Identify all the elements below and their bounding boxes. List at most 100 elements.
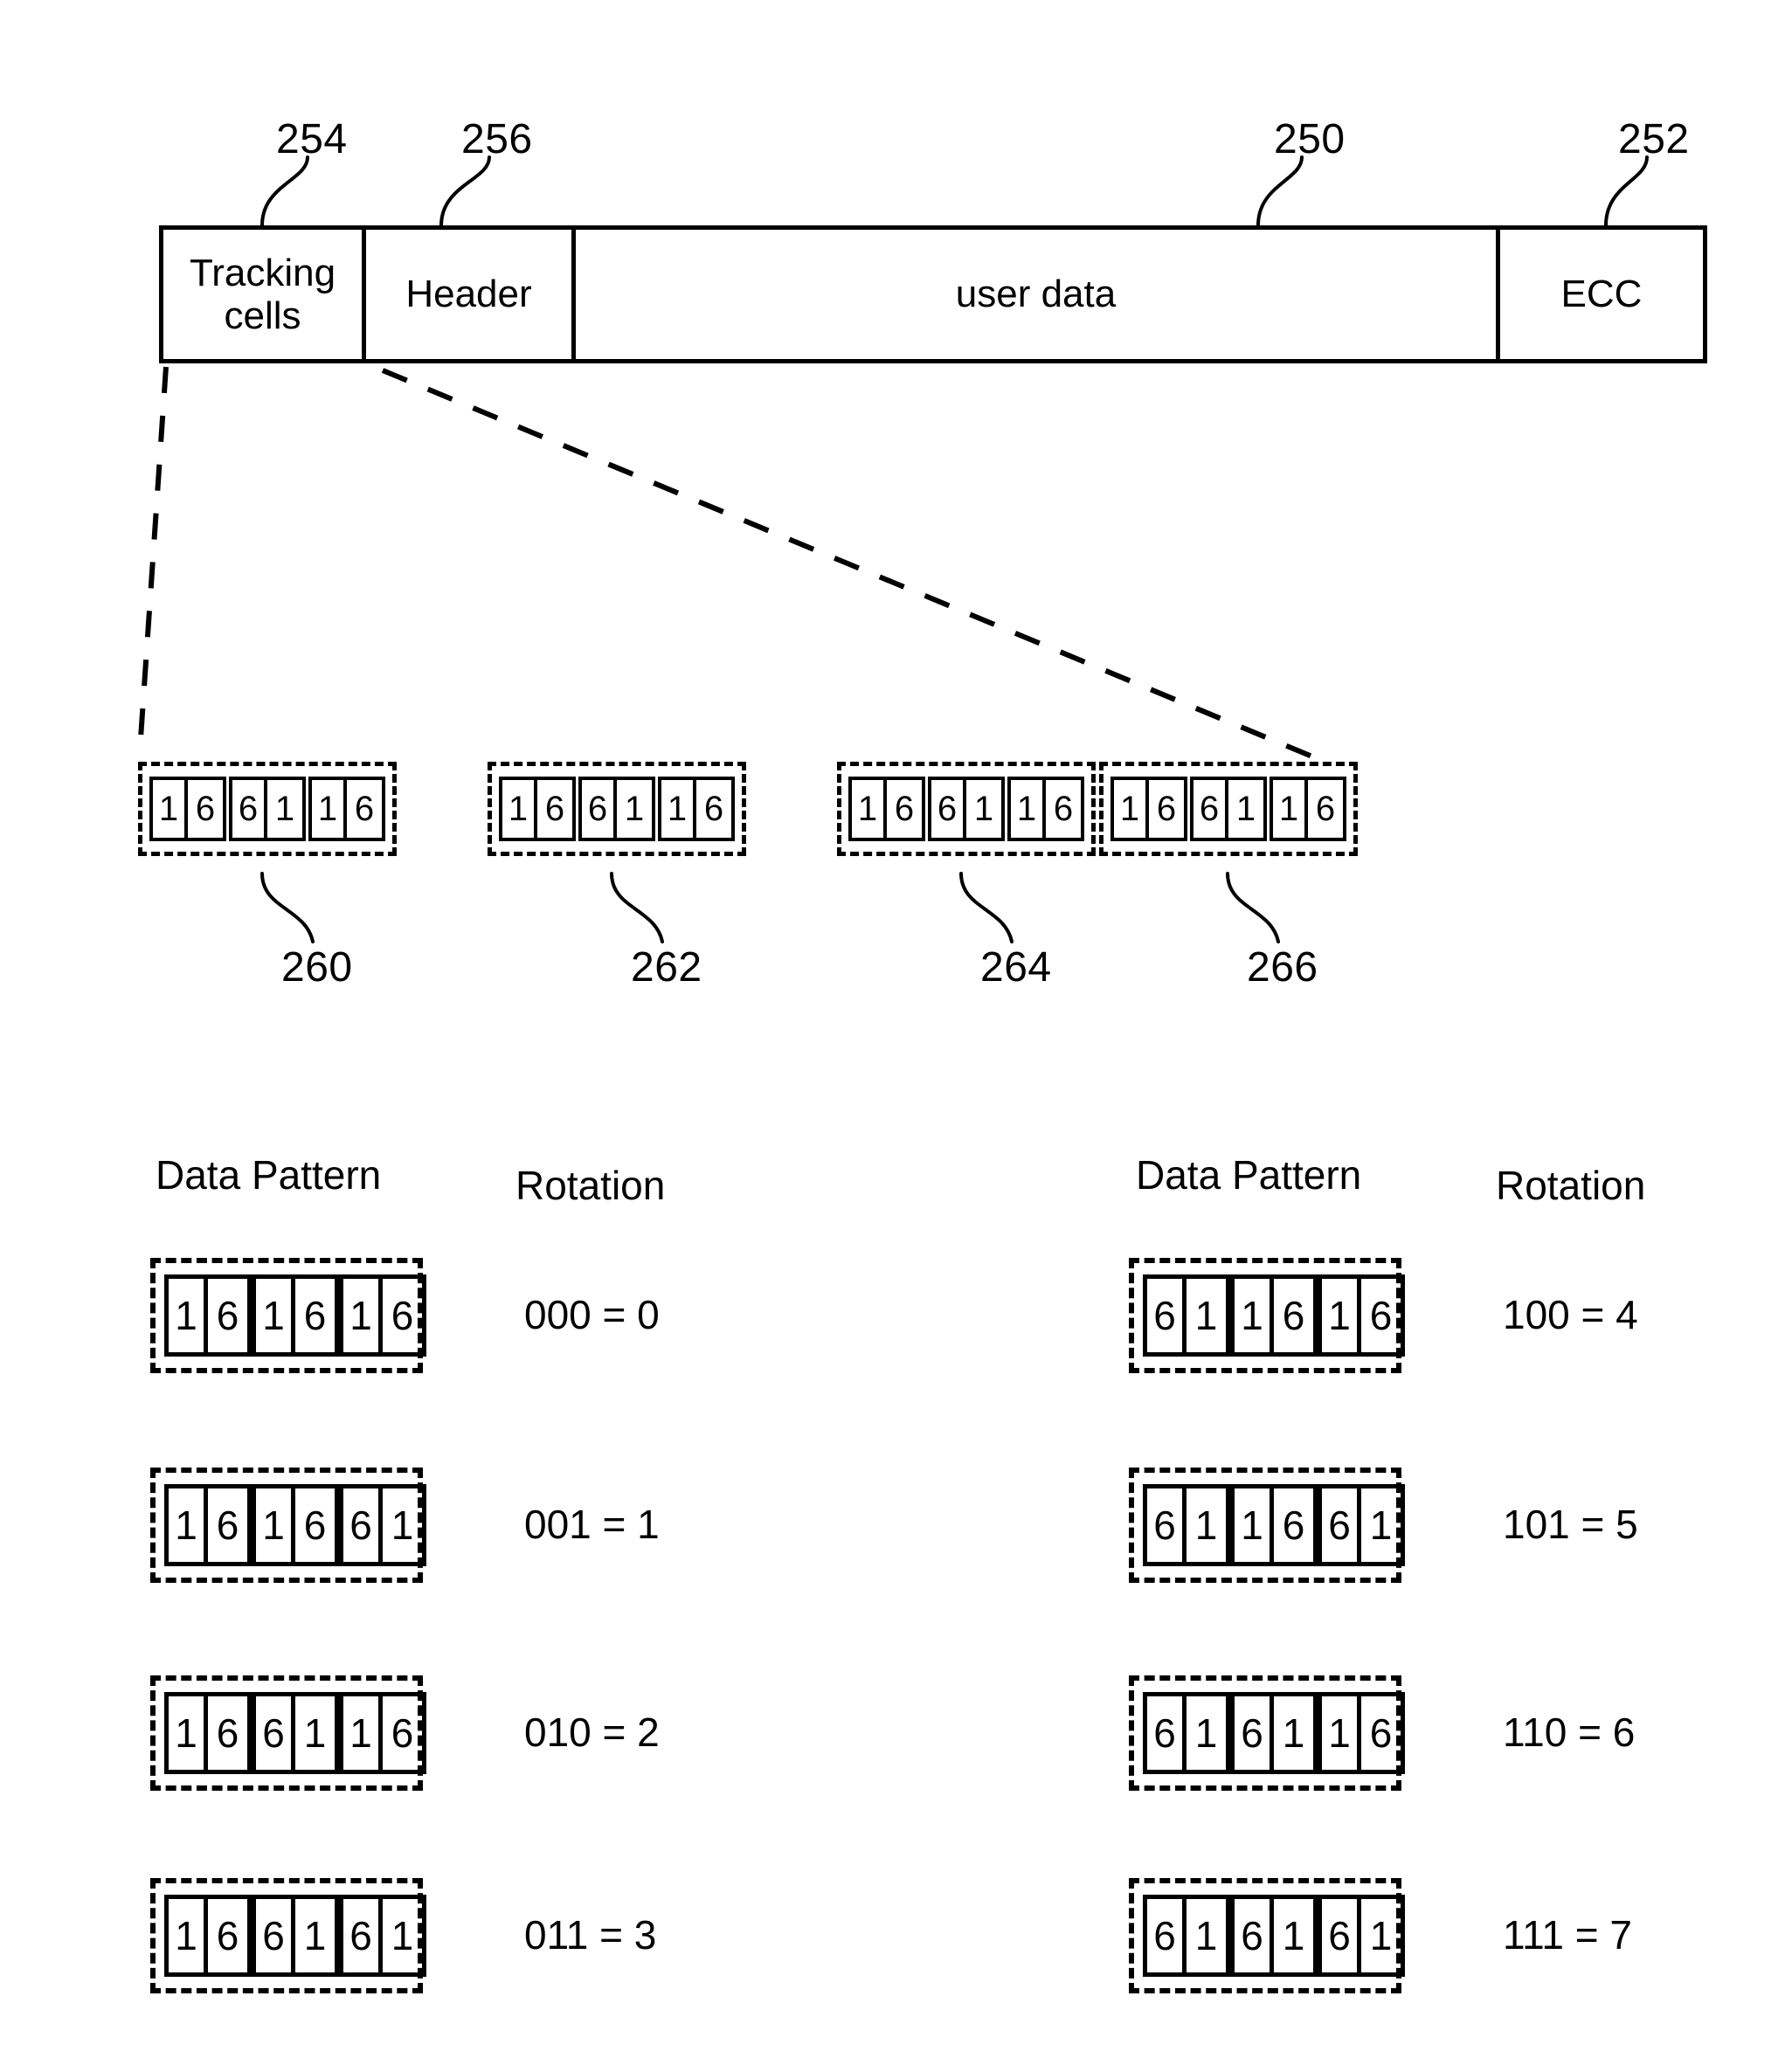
cell-bit: 1 xyxy=(1282,1710,1305,1756)
tracking-cell-pair: 1 6 xyxy=(1318,1692,1405,1774)
cell-bit: 6 xyxy=(1282,1502,1305,1548)
cell-bit: 1 xyxy=(1322,1696,1361,1770)
ref-number-252: 252 xyxy=(1618,116,1690,162)
ref-number-262: 262 xyxy=(631,944,702,991)
cell-bit: 1 xyxy=(1282,1913,1305,1958)
expansion-line-left xyxy=(137,366,169,752)
sector-cell-header: Header xyxy=(366,230,576,359)
ref-number-250: 250 xyxy=(1274,116,1346,162)
tracking-cell-pair: 6 1 xyxy=(1230,1895,1318,1977)
cell-bit: 1 xyxy=(1235,1279,1274,1352)
cell-bit: 6 xyxy=(1235,1696,1274,1770)
table-row-rotation-6: 110 = 6 xyxy=(1503,1709,1636,1755)
table-row-pattern-0: 1 6 1 6 1 6 xyxy=(150,1258,426,1373)
table-row-pattern-2: 1 6 6 1 1 6 xyxy=(150,1675,426,1791)
tracking-cell-pair: 6 1 xyxy=(339,1484,426,1566)
tracking-cell-pair: 1 6 xyxy=(339,1274,426,1357)
cell-bit: 1 xyxy=(303,1913,327,1958)
cell-bit: 1 xyxy=(624,790,645,828)
cell-bit: 6 xyxy=(1156,790,1177,828)
cell-bit: 1 xyxy=(343,1279,383,1352)
cell-bit: 1 xyxy=(303,1710,327,1756)
table-row-rotation-3: 011 = 3 xyxy=(524,1912,657,1958)
table-header-rotation-left: Rotation xyxy=(515,1163,666,1208)
cell-bit: 6 xyxy=(303,1502,327,1548)
table-row-pattern-4: 6 1 1 6 1 6 xyxy=(1129,1258,1405,1373)
cell-bit: 1 xyxy=(274,790,295,828)
cell-bit: 6 xyxy=(232,780,267,838)
cell-bit: 6 xyxy=(1053,790,1074,828)
leader-250 xyxy=(1256,155,1304,227)
cell-bit: 6 xyxy=(703,790,724,828)
tracking-cell-pair: 1 6 xyxy=(1110,777,1187,841)
cell-bit: 6 xyxy=(1369,1710,1393,1756)
cell-bit: 1 xyxy=(1114,780,1149,838)
cell-bit: 1 xyxy=(1235,1488,1274,1562)
tracking-cell-pair: 6 1 xyxy=(1143,1274,1230,1357)
table-row-pattern-7: 6 1 6 1 6 1 xyxy=(1129,1878,1405,1993)
cell-bit: 1 xyxy=(391,1913,414,1958)
cell-bit: 1 xyxy=(1273,780,1308,838)
cell-bit: 6 xyxy=(195,790,216,828)
sector-cell-user-data: user data xyxy=(576,230,1500,359)
tracking-cell-pair: 6 1 xyxy=(928,777,1005,841)
sector-cell-tracking-cells: Tracking cells xyxy=(163,230,366,359)
tracking-cell-group-266: 1 6 6 1 1 6 xyxy=(1099,762,1358,856)
table-row-pattern-6: 6 1 6 1 1 6 xyxy=(1129,1675,1405,1791)
tracking-cell-group-262: 1 6 6 1 1 6 xyxy=(488,762,746,856)
table-row-rotation-0: 000 = 0 xyxy=(524,1292,660,1337)
tracking-cell-pair: 6 1 xyxy=(252,1895,339,1977)
cell-bit: 6 xyxy=(1282,1293,1305,1338)
sector-layout-bar: Tracking cells Header user data ECC xyxy=(159,225,1707,363)
cell-bit: 6 xyxy=(303,1293,327,1338)
leader-260 xyxy=(260,872,315,943)
cell-bit: 6 xyxy=(1147,1899,1187,1972)
tracking-cell-pair: 6 1 xyxy=(1143,1692,1230,1774)
table-header-data-pattern-left: Data Pattern xyxy=(156,1152,382,1198)
leader-266 xyxy=(1226,872,1280,943)
tracking-cell-pair: 1 6 xyxy=(308,777,385,841)
cell-bit: 1 xyxy=(1235,790,1256,828)
cell-bit: 6 xyxy=(582,780,617,838)
cell-bit: 6 xyxy=(1322,1488,1361,1562)
cell-bit: 6 xyxy=(391,1710,414,1756)
table-row-rotation-7: 111 = 7 xyxy=(1503,1912,1632,1958)
cell-bit: 1 xyxy=(1194,1502,1218,1548)
ref-number-264: 264 xyxy=(980,944,1052,991)
expansion-line-right xyxy=(381,368,1352,775)
table-row-rotation-1: 001 = 1 xyxy=(524,1502,660,1547)
tracking-cell-pair: 1 6 xyxy=(164,1274,252,1357)
cell-bit: 1 xyxy=(169,1696,208,1770)
cell-bit: 6 xyxy=(216,1913,239,1958)
cell-bit: 1 xyxy=(1194,1710,1218,1756)
cell-bit: 6 xyxy=(1147,1488,1187,1562)
cell-bit: 1 xyxy=(312,780,347,838)
tracking-cell-pair: 6 1 xyxy=(229,777,306,841)
cell-bit: 6 xyxy=(1147,1696,1187,1770)
cell-bit: 1 xyxy=(391,1502,414,1548)
cell-bit: 1 xyxy=(502,780,537,838)
cell-bit: 1 xyxy=(1011,780,1046,838)
tracking-cell-group-260: 1 6 6 1 1 6 xyxy=(138,762,397,856)
leader-252 xyxy=(1604,155,1649,227)
cell-bit: 1 xyxy=(256,1279,295,1352)
cell-bit: 6 xyxy=(1315,790,1336,828)
table-row-pattern-1: 1 6 1 6 6 1 xyxy=(150,1468,426,1583)
cell-bit: 6 xyxy=(354,790,375,828)
table-header-rotation-right: Rotation xyxy=(1496,1163,1646,1208)
tracking-cell-pair: 6 1 xyxy=(578,777,655,841)
cell-bit: 6 xyxy=(256,1899,295,1972)
table-row-rotation-5: 101 = 5 xyxy=(1503,1502,1638,1547)
cell-bit: 6 xyxy=(216,1293,239,1338)
cell-bit: 1 xyxy=(1369,1502,1393,1548)
table-row-pattern-3: 1 6 6 1 6 1 xyxy=(150,1878,426,1993)
tracking-cell-pair: 6 1 xyxy=(1318,1895,1405,1977)
cell-bit: 1 xyxy=(1369,1913,1393,1958)
tracking-cell-pair: 6 1 xyxy=(1190,777,1267,841)
tracking-cell-pair: 6 1 xyxy=(252,1692,339,1774)
leader-256 xyxy=(439,155,491,227)
sector-cell-ecc: ECC xyxy=(1560,273,1643,316)
cell-bit: 6 xyxy=(343,1899,383,1972)
cell-bit: 6 xyxy=(1322,1899,1361,1972)
tracking-cell-pair: 1 6 xyxy=(848,777,925,841)
